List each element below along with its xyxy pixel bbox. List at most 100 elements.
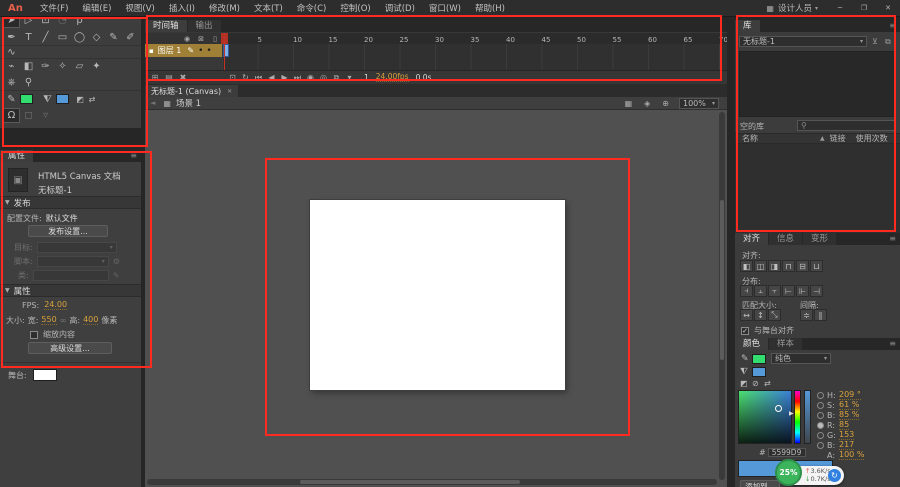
- pin-library-icon[interactable]: ⊻: [872, 37, 878, 46]
- distribute-right-button[interactable]: ⊣: [810, 285, 823, 297]
- align-top-button[interactable]: ⊓: [782, 260, 795, 272]
- no-color-icon[interactable]: ⊘: [752, 379, 759, 388]
- line-tool[interactable]: ╱: [37, 30, 54, 45]
- new-folder-button[interactable]: ▤: [162, 72, 176, 84]
- brightness-field[interactable]: B: 85 %: [817, 410, 860, 420]
- distribute-h-center-button[interactable]: ⊩: [796, 285, 809, 297]
- menu-item[interactable]: 命令(C): [290, 2, 334, 14]
- menu-item[interactable]: 窗口(W): [422, 2, 468, 14]
- new-layer-button[interactable]: ⊞: [148, 72, 162, 84]
- align-group-tab[interactable]: 变形: [803, 233, 837, 245]
- stage-color-swatch[interactable]: [32, 369, 57, 381]
- color-group-tab[interactable]: 样本: [769, 338, 803, 350]
- color-picker-square[interactable]: [738, 390, 792, 444]
- publish-settings-button[interactable]: 发布设置...: [28, 225, 108, 237]
- class-input[interactable]: [32, 270, 109, 281]
- align-group-tab[interactable]: 对齐: [735, 233, 769, 245]
- add-to-button[interactable]: 添加到...: [740, 480, 780, 487]
- color-group-tab[interactable]: 颜色: [735, 338, 769, 350]
- edit-scene-icon[interactable]: ▦: [625, 99, 633, 108]
- onion-skin-button[interactable]: ◉: [304, 72, 317, 84]
- black-white-icon[interactable]: ◩: [740, 379, 748, 388]
- play-button[interactable]: ▶: [278, 72, 291, 84]
- scale-content-checkbox[interactable]: [30, 330, 38, 339]
- center-stage-icon[interactable]: ⊕: [662, 99, 669, 108]
- width-value[interactable]: 550: [41, 316, 57, 325]
- layer-name[interactable]: 图层 1: [158, 45, 182, 56]
- back-icon[interactable]: ◄: [150, 99, 155, 107]
- radio-icon[interactable]: [817, 431, 824, 439]
- radio-icon[interactable]: [817, 411, 824, 419]
- minimize-button[interactable]: ─: [828, 0, 852, 16]
- bone-tool[interactable]: ⌁: [3, 59, 20, 74]
- edit-symbols-icon[interactable]: ◈: [644, 99, 650, 108]
- advanced-settings-button[interactable]: 高级设置...: [28, 342, 112, 354]
- match-height-button[interactable]: ↕: [754, 309, 767, 321]
- menu-item[interactable]: 调试(D): [378, 2, 422, 14]
- menu-item[interactable]: 文件(F): [33, 2, 76, 14]
- snap-to-objects-button[interactable]: Ω: [3, 107, 20, 123]
- tab-library[interactable]: 库: [735, 20, 760, 32]
- frame-rate-indicator[interactable]: 24.00fps: [375, 73, 409, 82]
- modify-markers-button[interactable]: ▾: [343, 72, 356, 84]
- canvas-pasteboard[interactable]: [145, 110, 727, 487]
- brush-tool[interactable]: ✐: [122, 30, 139, 45]
- alpha-field[interactable]: A: 100 %: [817, 450, 865, 460]
- paint-bucket-tool[interactable]: ◧: [20, 59, 37, 74]
- hue-field[interactable]: H: 209 °: [817, 390, 861, 400]
- edit-multiple-frames-button[interactable]: ⧉: [330, 72, 343, 84]
- fill-color-swatch[interactable]: [752, 367, 766, 377]
- stroke-color-swatch[interactable]: [752, 354, 766, 364]
- last-frame-button[interactable]: ⏭: [291, 72, 304, 84]
- text-tool[interactable]: T: [20, 30, 37, 45]
- tool-options-button[interactable]: ▿: [37, 108, 54, 123]
- loop-button[interactable]: ↻: [239, 72, 252, 84]
- swap-colors-icon[interactable]: ⇄: [86, 92, 98, 107]
- align-h-center-button[interactable]: ◫: [754, 260, 767, 272]
- distribute-top-button[interactable]: ⫞: [740, 285, 753, 297]
- ink-bottle-tool[interactable]: ✑: [37, 59, 54, 74]
- space-vertical-button[interactable]: ≑: [800, 309, 813, 321]
- swap-colors-icon[interactable]: ⇄: [764, 379, 771, 388]
- speedball-percent-circle[interactable]: 25%: [775, 459, 802, 486]
- zoom-tool[interactable]: ⚲: [20, 75, 37, 90]
- red-field[interactable]: R: 85: [817, 420, 850, 430]
- align-to-stage-checkbox[interactable]: ✓: [741, 326, 749, 335]
- fill-color-swatch[interactable]: [56, 94, 69, 104]
- panel-menu-icon[interactable]: ≡: [885, 233, 900, 245]
- panel-menu-icon[interactable]: ≡: [126, 150, 141, 162]
- timeline-tab[interactable]: 时间轴: [145, 20, 187, 32]
- scene-breadcrumb[interactable]: 场景 1: [176, 97, 201, 109]
- menu-item[interactable]: 控制(O): [333, 2, 377, 14]
- distribute-bottom-button[interactable]: ⫟: [768, 285, 781, 297]
- close-document-icon[interactable]: ✕: [227, 88, 232, 95]
- library-name-header[interactable]: 名称: [742, 134, 758, 143]
- library-item-list[interactable]: [735, 144, 900, 233]
- polystar-tool[interactable]: ◇: [88, 30, 105, 45]
- color-type-select[interactable]: 纯色 ▾: [771, 353, 831, 364]
- zoom-select[interactable]: 100% ▾: [679, 97, 719, 109]
- script-select[interactable]: ▾: [36, 256, 109, 267]
- link-width-height-icon[interactable]: ∞: [60, 316, 67, 325]
- library-search-input[interactable]: ⚲: [797, 120, 896, 131]
- align-bottom-button[interactable]: ⊔: [810, 260, 823, 272]
- radio-icon[interactable]: [817, 421, 824, 429]
- pencil-icon[interactable]: ✎: [113, 271, 120, 280]
- timeline-tab[interactable]: 输出: [187, 20, 221, 32]
- space-horizontal-button[interactable]: ∥: [814, 309, 827, 321]
- publish-section-header[interactable]: ▼ 发布: [0, 196, 141, 209]
- hex-input[interactable]: 5599D9: [767, 448, 806, 457]
- first-frame-button[interactable]: ⏮: [252, 72, 265, 84]
- distribute-left-button[interactable]: ⊢: [782, 285, 795, 297]
- match-width-button[interactable]: ↔: [740, 309, 753, 321]
- properties-section-header[interactable]: ▼ 属性: [0, 284, 141, 297]
- radio-icon[interactable]: [817, 391, 824, 399]
- align-left-button[interactable]: ◧: [740, 260, 753, 272]
- alpha-slider[interactable]: [804, 390, 811, 444]
- new-library-panel-icon[interactable]: ⧉: [885, 37, 891, 47]
- black-white-icon[interactable]: ◩: [74, 92, 86, 107]
- pen-tool[interactable]: ✒: [3, 30, 20, 45]
- horizontal-scrollbar-thumb[interactable]: [300, 480, 520, 484]
- library-linkage-header[interactable]: 链接: [830, 134, 846, 143]
- asset-warp-tool[interactable]: ✦: [88, 59, 105, 74]
